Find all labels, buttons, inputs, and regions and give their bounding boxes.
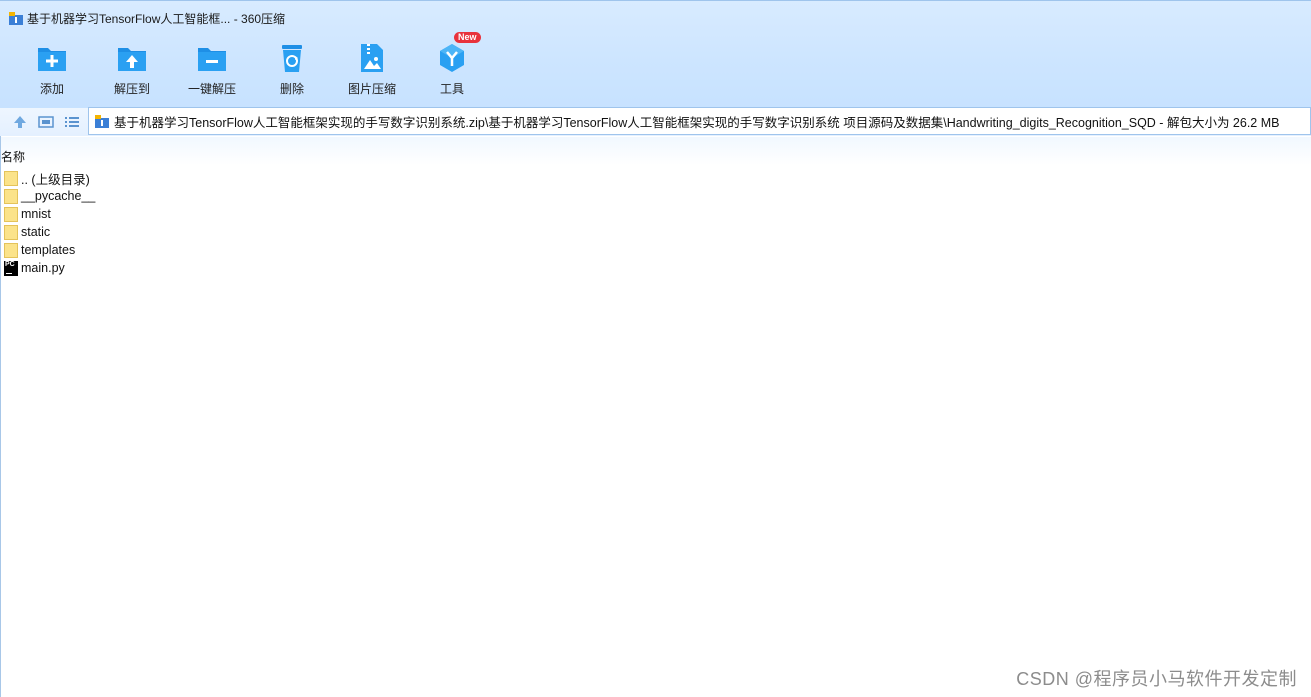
list-item-mnist[interactable]: mnist <box>4 205 95 223</box>
watermark: CSDN @程序员小马软件开发定制 <box>1016 669 1297 689</box>
file-name: __pycache__ <box>21 189 96 203</box>
column-header[interactable]: 名称 <box>0 137 1311 165</box>
list-item-static[interactable]: static <box>4 223 95 241</box>
tools-button[interactable]: New 工具 <box>412 32 492 99</box>
list-item-pycache[interactable]: __pycache__ <box>4 187 95 205</box>
quick-extract-button-label: 一键解压 <box>187 82 236 96</box>
up-arrow-icon[interactable] <box>11 113 29 131</box>
column-name-header[interactable]: 名称 <box>1 148 25 165</box>
file-list: .. (上级目录) __pycache__ mnist static templ… <box>4 169 95 277</box>
folder-icon <box>4 206 18 222</box>
file-name: templates <box>21 243 76 257</box>
add-button[interactable]: 添加 <box>12 37 92 99</box>
image-compress-icon <box>355 41 389 75</box>
file-name: main.py <box>21 261 65 275</box>
folder-icon <box>4 188 18 204</box>
add-button-label: 添加 <box>39 82 64 96</box>
list-item-main-py[interactable]: PC main.py <box>4 259 95 277</box>
pycharm-file-icon: PC <box>4 260 18 276</box>
recycle-bin-icon <box>275 41 309 75</box>
thumbnail-view-icon[interactable] <box>37 113 55 131</box>
folder-quick-extract-icon <box>195 41 229 75</box>
archive-file-icon <box>94 113 110 129</box>
extract-to-button[interactable]: 解压到 <box>92 37 172 99</box>
address-bar[interactable]: 基于机器学习TensorFlow人工智能框架实现的手写数字识别系统.zip\基于… <box>88 107 1311 135</box>
folder-icon <box>4 170 18 186</box>
delete-button[interactable]: 删除 <box>252 37 332 99</box>
folder-extract-icon <box>115 41 149 75</box>
extract-to-button-label: 解压到 <box>113 82 150 96</box>
file-name: static <box>21 225 51 239</box>
image-compress-button[interactable]: 图片压缩 <box>332 37 412 99</box>
list-view-icon[interactable] <box>63 113 81 131</box>
delete-button-label: 删除 <box>279 82 304 96</box>
file-name: .. (上级目录) <box>21 172 90 187</box>
address-path: 基于机器学习TensorFlow人工智能框架实现的手写数字识别系统.zip\基于… <box>114 115 1280 130</box>
folder-icon <box>4 224 18 240</box>
quick-extract-button[interactable]: 一键解压 <box>172 37 252 99</box>
toolbar: 添加 解压到 一键解压 删除 图片压缩 New 工具 <box>12 32 492 99</box>
folder-icon <box>4 242 18 258</box>
left-border <box>0 136 1 697</box>
archive-app-icon <box>8 10 24 26</box>
title-bar: 基于机器学习TensorFlow人工智能框... - 360压缩 <box>8 9 285 27</box>
file-name: mnist <box>21 207 51 221</box>
folder-add-icon <box>35 41 69 75</box>
tools-button-label: 工具 <box>439 82 464 96</box>
new-badge: New <box>454 32 481 43</box>
tools-icon <box>435 41 469 75</box>
list-item-parent-dir[interactable]: .. (上级目录) <box>4 169 95 187</box>
list-item-templates[interactable]: templates <box>4 241 95 259</box>
app-header: 基于机器学习TensorFlow人工智能框... - 360压缩 添加 解压到 … <box>0 0 1311 109</box>
image-compress-button-label: 图片压缩 <box>347 82 396 96</box>
window-title: 基于机器学习TensorFlow人工智能框... - 360压缩 <box>27 11 286 26</box>
